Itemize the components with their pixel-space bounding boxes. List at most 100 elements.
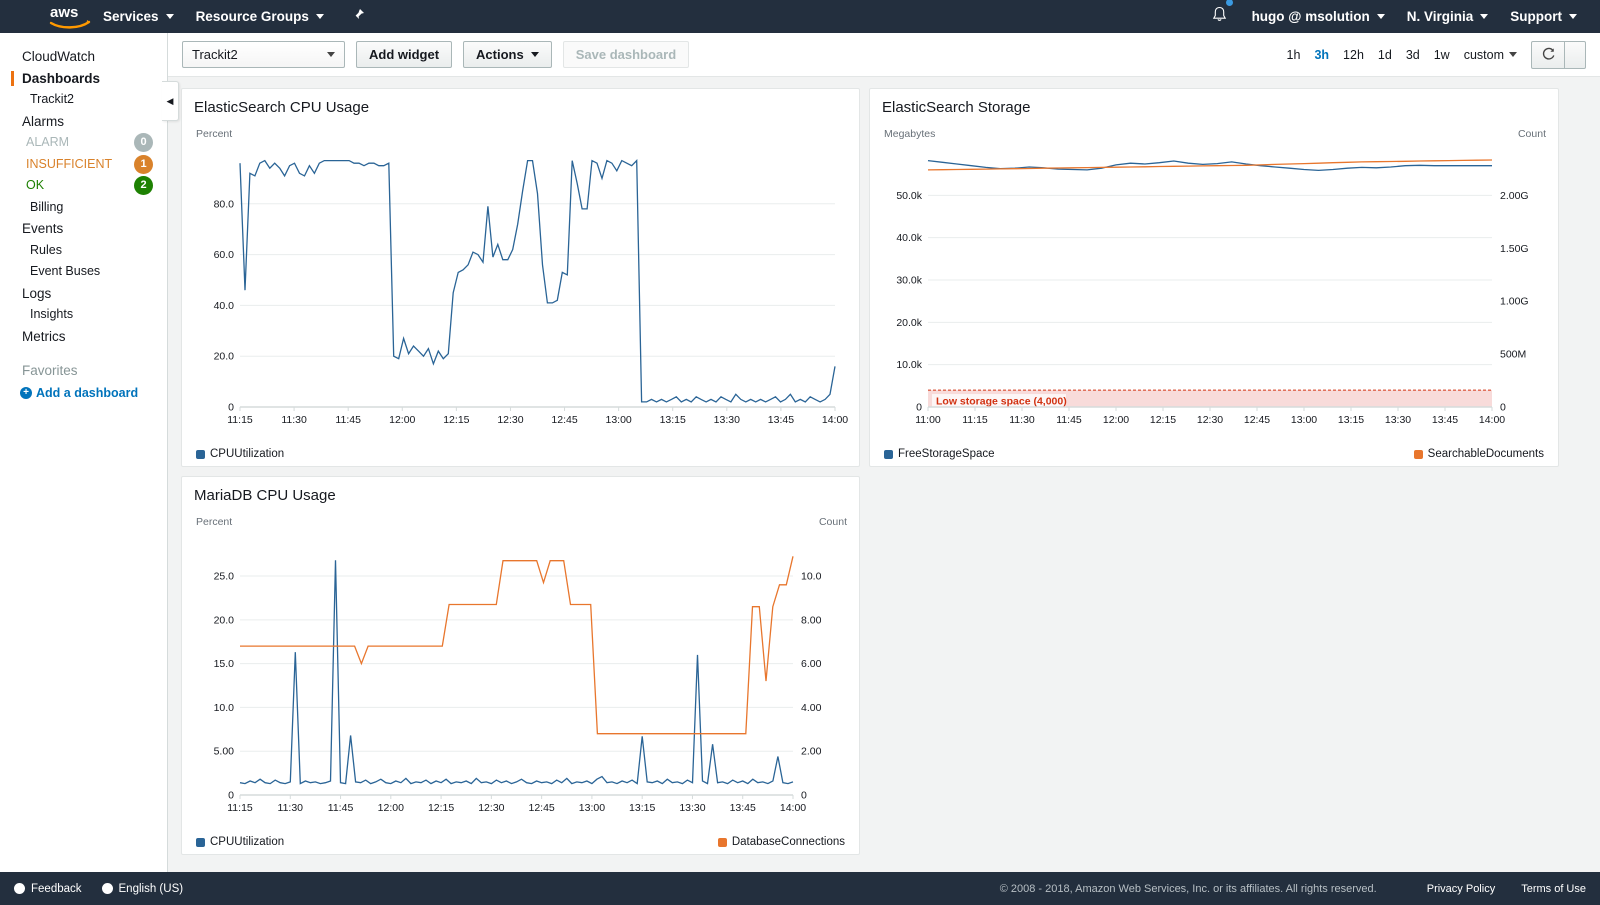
region-menu[interactable]: N. Virginia bbox=[1396, 0, 1500, 33]
svg-text:11:45: 11:45 bbox=[335, 414, 361, 426]
svg-text:40.0: 40.0 bbox=[214, 300, 235, 312]
chevron-down-icon bbox=[1480, 14, 1489, 19]
account-menu[interactable]: hugo @ msolution bbox=[1241, 0, 1396, 33]
legend-item-freestoragespace[interactable]: FreeStorageSpace bbox=[884, 448, 995, 460]
svg-text:13:00: 13:00 bbox=[605, 414, 631, 426]
page-footer: Feedback English (US) © 2008 - 2018, Ama… bbox=[0, 872, 1600, 905]
chart-legend: FreeStorageSpace SearchableDocuments bbox=[882, 448, 1546, 460]
time-range-12h[interactable]: 12h bbox=[1336, 48, 1371, 62]
svg-text:12:45: 12:45 bbox=[551, 414, 577, 426]
legend-item-searchabledocuments[interactable]: SearchableDocuments bbox=[1413, 448, 1544, 460]
sidebar-item-rules[interactable]: Rules bbox=[0, 240, 167, 262]
refresh-icon[interactable] bbox=[1531, 40, 1565, 69]
sidebar-item-trackit2[interactable]: Trackit2 bbox=[0, 89, 167, 111]
svg-text:aws: aws bbox=[50, 4, 78, 21]
time-range-1h[interactable]: 1h bbox=[1280, 48, 1308, 62]
sidebar-item-event-buses[interactable]: Event Buses bbox=[0, 261, 167, 283]
legend-color-swatch bbox=[1413, 449, 1423, 459]
sidebar-item-events[interactable]: Events bbox=[0, 218, 167, 240]
svg-text:10.0: 10.0 bbox=[214, 702, 235, 714]
legend-color-swatch bbox=[196, 449, 205, 459]
dashboard-select-value: Trackit2 bbox=[192, 47, 238, 62]
pin-icon[interactable] bbox=[351, 8, 365, 26]
legend-item-databaseconnections[interactable]: DatabaseConnections bbox=[717, 836, 845, 848]
legend-color-swatch bbox=[196, 837, 205, 847]
svg-text:20.0: 20.0 bbox=[214, 614, 235, 626]
aws-logo[interactable]: aws bbox=[48, 4, 92, 30]
sidebar-item-label: Metrics bbox=[22, 328, 66, 344]
globe-icon bbox=[101, 883, 113, 894]
sidebar-item-alarms[interactable]: Alarms bbox=[0, 111, 167, 133]
svg-text:11:30: 11:30 bbox=[281, 414, 307, 426]
svg-text:8.00: 8.00 bbox=[801, 614, 822, 626]
nav-services-label: Services bbox=[103, 9, 159, 24]
legend-color-swatch bbox=[717, 837, 727, 847]
sidebar-item-logs[interactable]: Logs bbox=[0, 283, 167, 305]
svg-text:6.00: 6.00 bbox=[801, 658, 822, 670]
time-range-3h[interactable]: 3h bbox=[1307, 48, 1336, 62]
time-range-1w[interactable]: 1w bbox=[1427, 48, 1457, 62]
chart-legend: CPUUtilization bbox=[194, 448, 847, 460]
sidebar-item-label: Rules bbox=[30, 242, 62, 257]
svg-text:15.0: 15.0 bbox=[214, 658, 235, 670]
sidebar-item-cloudwatch[interactable]: CloudWatch bbox=[0, 46, 167, 68]
legend-item-cpuutilization[interactable]: CPUUtilization bbox=[196, 448, 284, 460]
top-navigation-bar: aws Services Resource Groups hugo @ msol… bbox=[0, 0, 1600, 33]
legend-label: DatabaseConnections bbox=[731, 836, 845, 848]
collapse-sidebar-icon[interactable]: ◀ bbox=[162, 81, 179, 121]
support-menu[interactable]: Support bbox=[1499, 0, 1588, 33]
actions-button[interactable]: Actions bbox=[463, 41, 552, 68]
add-widget-button[interactable]: Add widget bbox=[356, 41, 453, 68]
sidebar-alarm-label: OK bbox=[26, 178, 45, 192]
sidebar-item-alarm-state[interactable]: ALARM 0 bbox=[0, 132, 167, 154]
svg-text:12:15: 12:15 bbox=[428, 802, 454, 814]
svg-text:Percent: Percent bbox=[196, 516, 232, 528]
svg-text:13:30: 13:30 bbox=[679, 802, 705, 814]
sidebar-item-billing[interactable]: Billing bbox=[0, 197, 167, 219]
sidebar-item-ok-state[interactable]: OK 2 bbox=[0, 175, 167, 197]
sidebar-item-label: Billing bbox=[30, 199, 64, 214]
legend-item-cpuutilization[interactable]: CPUUtilization bbox=[196, 836, 284, 848]
widget-elasticsearch-cpu-usage[interactable]: ElasticSearch CPU Usage Percent 0 20.0 40.0… bbox=[181, 88, 860, 467]
dashboard-select[interactable]: Trackit2 bbox=[182, 41, 345, 68]
sidebar-item-insufficient-state[interactable]: INSUFFICIENT 1 bbox=[0, 154, 167, 176]
legend-label: CPUUtilization bbox=[210, 448, 285, 460]
svg-text:13:15: 13:15 bbox=[1338, 414, 1364, 426]
widget-title: ElasticSearch CPU Usage bbox=[194, 99, 370, 116]
svg-text:12:00: 12:00 bbox=[389, 414, 415, 426]
sidebar-item-metrics[interactable]: Metrics bbox=[0, 326, 167, 348]
svg-text:30.0k: 30.0k bbox=[896, 275, 922, 287]
svg-text:12:30: 12:30 bbox=[478, 802, 504, 814]
legend-color-swatch bbox=[884, 449, 893, 459]
time-range-custom[interactable]: custom bbox=[1457, 48, 1519, 62]
nav-services[interactable]: Services bbox=[92, 0, 185, 33]
time-range-3d[interactable]: 3d bbox=[1399, 48, 1427, 62]
svg-text:14:00: 14:00 bbox=[822, 414, 848, 426]
add-dashboard-link[interactable]: + Add a dashboard bbox=[0, 386, 167, 400]
svg-text:12:15: 12:15 bbox=[1150, 414, 1176, 426]
sidebar-item-label: Insights bbox=[30, 307, 74, 321]
terms-of-use-link[interactable]: Terms of Use bbox=[1521, 883, 1586, 895]
svg-text:Count: Count bbox=[819, 516, 847, 528]
top-nav-right-group: hugo @ msolution N. Virginia Support bbox=[1198, 0, 1600, 33]
svg-text:1.00G: 1.00G bbox=[1500, 296, 1529, 308]
chevron-down-icon bbox=[1376, 14, 1385, 19]
feedback-link[interactable]: Feedback bbox=[14, 883, 82, 895]
sidebar-item-insights[interactable]: Insights bbox=[0, 304, 167, 326]
svg-text:12:45: 12:45 bbox=[1244, 414, 1270, 426]
sidebar-item-dashboards[interactable]: Dashboards bbox=[0, 68, 167, 90]
refresh-options-chevron-down-icon[interactable] bbox=[1565, 40, 1586, 69]
nav-resource-groups[interactable]: Resource Groups bbox=[185, 0, 335, 33]
privacy-policy-link[interactable]: Privacy Policy bbox=[1427, 883, 1495, 895]
time-range-1d[interactable]: 1d bbox=[1371, 48, 1399, 62]
chart-elasticsearch-storage: Megabytes Count 0 10.0k 20.0k 30.0k 40.0k 50.0k… bbox=[884, 128, 1546, 426]
add-dashboard-label: Add a dashboard bbox=[36, 385, 139, 400]
widget-title: MariaDB CPU Usage bbox=[194, 487, 336, 504]
svg-text:0: 0 bbox=[801, 790, 807, 802]
widget-elasticsearch-storage[interactable]: ElasticSearch Storage Megabytes Count 0 10.… bbox=[869, 88, 1559, 467]
svg-text:500M: 500M bbox=[1500, 349, 1526, 361]
svg-text:13:15: 13:15 bbox=[660, 414, 686, 426]
notifications-bell-icon[interactable] bbox=[1198, 0, 1241, 28]
widget-mariadb-cpu-usage[interactable]: MariaDB CPU Usage Percent Count 0 5.00 10.0 1… bbox=[181, 476, 860, 855]
language-selector[interactable]: English (US) bbox=[101, 883, 183, 895]
